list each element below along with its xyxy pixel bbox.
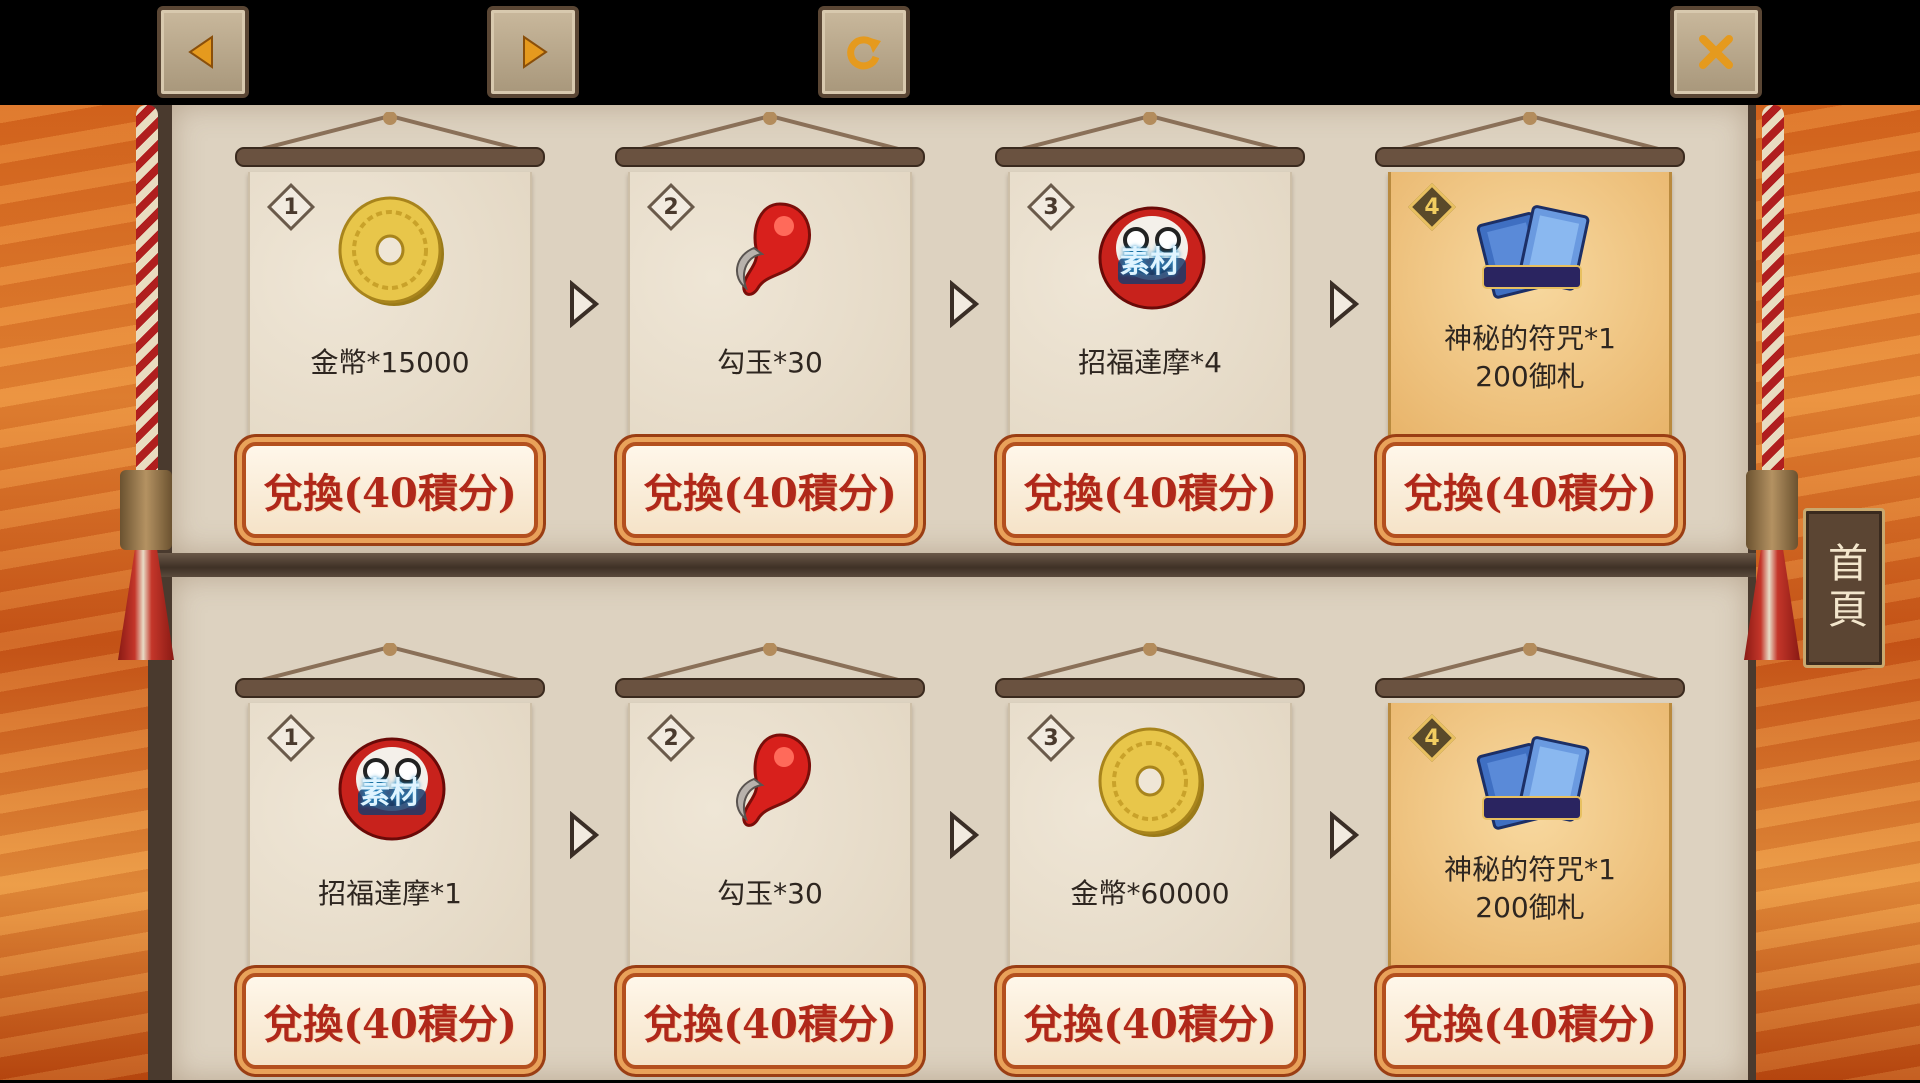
next-step-arrow-icon — [1330, 811, 1360, 859]
step-badge: 4 — [1407, 182, 1457, 232]
reward-paper: 2 勾玉*30 — [628, 703, 912, 971]
gold-coin-icon — [332, 192, 452, 312]
item-name-line2: 200御札 — [1475, 891, 1585, 924]
next-step-arrow-icon — [950, 811, 980, 859]
left-knot — [120, 470, 172, 550]
reward-card: 4 神秘的符咒*1 200御札 兌換(40積分) — [1370, 643, 1690, 1083]
step-number: 2 — [663, 725, 679, 751]
next-step-arrow-icon — [570, 280, 600, 328]
top-bar — [0, 0, 1920, 105]
step-number: 4 — [1424, 725, 1440, 751]
refresh-icon — [847, 36, 881, 70]
step-number: 1 — [283, 194, 299, 220]
forward-button[interactable] — [487, 6, 579, 98]
item-name: 神秘的符咒*1 — [1444, 853, 1616, 886]
left-rope — [136, 105, 158, 515]
step-number: 3 — [1043, 725, 1059, 751]
item-name: 招福達摩*4 — [1078, 346, 1222, 379]
exchange-button[interactable]: 兌換(40積分) — [1382, 973, 1678, 1069]
step-badge: 3 — [1026, 713, 1076, 763]
exchange-button[interactable]: 兌換(40積分) — [622, 973, 918, 1069]
step-badge: 2 — [646, 182, 696, 232]
step-number: 4 — [1424, 194, 1440, 220]
back-button[interactable] — [157, 6, 249, 98]
reward-paper: 2 勾玉*30 — [628, 172, 912, 440]
step-badge: 4 — [1407, 713, 1457, 763]
exchange-button[interactable]: 兌換(40積分) — [1382, 442, 1678, 538]
step-badge: 3 — [1026, 182, 1076, 232]
reward-card: 2 勾玉*30 兌換(40積分) — [610, 112, 930, 552]
close-button[interactable] — [1670, 6, 1762, 98]
right-rope — [1762, 105, 1784, 515]
reward-card: 1 招福達摩*1 兌換(40積分) 素材 — [230, 643, 550, 1083]
refresh-button[interactable] — [818, 6, 910, 98]
reward-card: 3 金幣*60000 兌換(40積分) — [990, 643, 1310, 1083]
exchange-button[interactable]: 兌換(40積分) — [1002, 973, 1298, 1069]
triangle-left-icon — [188, 35, 213, 69]
next-step-arrow-icon — [570, 811, 600, 859]
reward-paper: 1 金幣*15000 — [248, 172, 532, 440]
reward-paper: 4 神秘的符咒*1 200御札 — [1388, 703, 1672, 971]
exchange-button[interactable]: 兌換(40積分) — [242, 973, 538, 1069]
item-name: 招福達摩*1 — [318, 877, 462, 910]
exchange-button[interactable]: 兌換(40積分) — [1002, 442, 1298, 538]
mystery-talisman-icon — [1473, 723, 1593, 843]
exchange-button[interactable]: 兌換(40積分) — [242, 442, 538, 538]
item-name: 勾玉*30 — [717, 346, 823, 379]
daruma-label: 素材 — [360, 776, 420, 811]
step-number: 1 — [283, 725, 299, 751]
reward-paper: 1 招福達摩*1 — [248, 703, 532, 971]
item-name: 金幣*60000 — [1070, 877, 1230, 910]
reward-paper: 3 招福達摩*4 — [1008, 172, 1292, 440]
next-step-arrow-icon — [950, 280, 980, 328]
right-knot — [1746, 470, 1798, 550]
reward-card: 1 金幣*15000 兌換(40積分) — [230, 112, 550, 552]
exchange-button[interactable]: 兌換(40積分) — [622, 442, 918, 538]
close-icon — [1699, 35, 1733, 69]
home-tab[interactable]: 首頁 — [1803, 508, 1885, 668]
reward-paper: 3 金幣*60000 — [1008, 703, 1292, 971]
triangle-right-icon — [523, 35, 548, 69]
reward-card: 2 勾玉*30 兌換(40積分) — [610, 643, 930, 1083]
step-badge: 1 — [266, 713, 316, 763]
item-name-line2: 200御札 — [1475, 360, 1585, 393]
reward-paper: 4 神秘的符咒*1 200御札 — [1388, 172, 1672, 440]
item-name: 神秘的符咒*1 — [1444, 322, 1616, 355]
gold-coin-icon — [1092, 723, 1212, 843]
red-magatama-icon — [712, 723, 832, 843]
step-badge: 2 — [646, 713, 696, 763]
daruma-label: 素材 — [1120, 245, 1180, 280]
reward-card: 4 神秘的符咒*1 200御札 兌換(40積分) — [1370, 112, 1690, 552]
step-number: 3 — [1043, 194, 1059, 220]
mystery-talisman-icon — [1473, 192, 1593, 312]
red-magatama-icon — [712, 192, 832, 312]
item-name: 金幣*15000 — [310, 346, 470, 379]
next-step-arrow-icon — [1330, 280, 1360, 328]
panel-divider — [148, 553, 1756, 577]
step-badge: 1 — [266, 182, 316, 232]
reward-card: 3 招福達摩*4 兌換(40積分) 素材 — [990, 112, 1310, 552]
step-number: 2 — [663, 194, 679, 220]
item-name: 勾玉*30 — [717, 877, 823, 910]
